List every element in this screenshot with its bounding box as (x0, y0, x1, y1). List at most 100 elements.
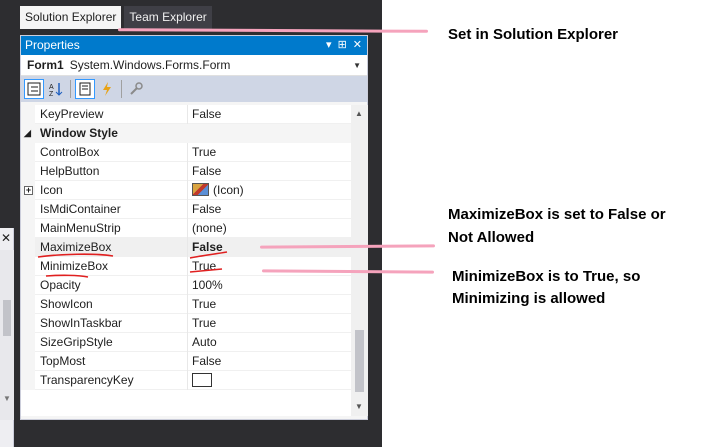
scroll-down-icon[interactable]: ▼ (3, 394, 11, 403)
property-row-helpbutton[interactable]: HelpButton False (21, 162, 351, 181)
column-divider (187, 276, 188, 295)
column-divider (187, 314, 188, 333)
row-gutter (21, 257, 35, 276)
column-divider (187, 333, 188, 352)
collapse-icon[interactable]: ◢ (24, 124, 31, 143)
scrollbar-thumb[interactable] (355, 330, 364, 392)
title-buttons: ▾ ⊞ ✕ (326, 36, 362, 55)
row-gutter (21, 371, 35, 390)
svg-text:A: A (49, 84, 54, 91)
property-row-sizegripstyle[interactable]: SizeGripStyle Auto (21, 333, 351, 352)
auto-hide-pin-icon[interactable]: ⊞ (338, 36, 347, 55)
events-icon[interactable] (97, 79, 117, 99)
color-swatch (192, 373, 212, 387)
property-row-ismdicontainer[interactable]: IsMdiContainer False (21, 200, 351, 219)
category-label: Window Style (40, 126, 118, 140)
tool-tabs: Solution Explorer Team Explorer (20, 6, 212, 29)
column-divider (187, 238, 188, 257)
chevron-down-icon[interactable]: ▼ (353, 55, 361, 76)
property-name: TransparencyKey (40, 373, 134, 387)
property-grid-scrollbar[interactable]: ▲ ▼ (351, 105, 368, 416)
note-minimize-line1: MinimizeBox is to True, so (452, 268, 641, 285)
column-divider (187, 352, 188, 371)
expand-icon[interactable]: + (24, 186, 33, 195)
property-value[interactable]: False (192, 238, 223, 257)
screenshot-stage: ✕ ▼ Solution Explorer Team Explorer Prop… (0, 0, 703, 447)
tab-solution-explorer[interactable]: Solution Explorer (20, 6, 122, 29)
column-divider (187, 162, 188, 181)
row-gutter (21, 238, 35, 257)
property-row-keypreview[interactable]: KeyPreview False (21, 105, 351, 124)
property-row-minimizebox[interactable]: MinimizeBox True (21, 257, 351, 276)
column-divider (187, 143, 188, 162)
property-row-topmost[interactable]: TopMost False (21, 352, 351, 371)
property-value[interactable]: 100% (192, 276, 223, 295)
property-row-transparencykey[interactable]: TransparencyKey (21, 371, 351, 390)
row-gutter (21, 295, 35, 314)
properties-window: Properties ▾ ⊞ ✕ Form1 System.Windows.For… (20, 35, 368, 420)
row-gutter (21, 200, 35, 219)
form-icon-thumbnail (192, 183, 209, 196)
category-row[interactable]: ◢ Window Style (21, 124, 351, 143)
property-row-mainmenustrip[interactable]: MainMenuStrip (none) (21, 219, 351, 238)
close-icon[interactable]: ✕ (1, 231, 11, 245)
property-name: IsMdiContainer (40, 202, 121, 216)
categorized-icon[interactable] (24, 79, 44, 99)
property-value[interactable]: True (192, 143, 216, 162)
property-name: TopMost (40, 354, 86, 368)
column-divider (187, 181, 188, 200)
window-position-icon[interactable]: ▾ (326, 36, 332, 55)
column-divider (187, 200, 188, 219)
property-row-icon[interactable]: + Icon (Icon) (21, 181, 351, 200)
row-gutter (21, 162, 35, 181)
note-maximize-line1: MaximizeBox is set to False or (448, 206, 666, 223)
property-row-showicon[interactable]: ShowIcon True (21, 295, 351, 314)
note-solution-explorer: Set in Solution Explorer (448, 26, 619, 43)
property-grid: KeyPreview False ◢ Window Style ControlBox Tr… (21, 105, 351, 416)
property-value[interactable]: False (192, 105, 221, 124)
property-value[interactable]: False (192, 352, 221, 371)
property-name: SizeGripStyle (40, 335, 113, 349)
property-value[interactable]: True (192, 295, 216, 314)
left-scrollbar[interactable]: ▼ (0, 250, 14, 420)
property-pages-icon[interactable] (126, 79, 146, 99)
row-gutter (21, 143, 35, 162)
property-value-text: (Icon) (213, 183, 244, 197)
property-value[interactable]: False (192, 200, 221, 219)
property-name: KeyPreview (40, 107, 104, 121)
left-tool-panel: ✕ ▼ (0, 228, 14, 447)
column-divider (187, 219, 188, 238)
note-minimize-line2: Minimizing is allowed (452, 290, 606, 307)
scroll-up-icon[interactable]: ▲ (355, 109, 363, 118)
svg-text:Z: Z (49, 91, 54, 96)
column-divider (187, 295, 188, 314)
toolbar-separator (121, 80, 122, 98)
scrollbar-thumb[interactable] (3, 300, 11, 336)
property-name: Icon (40, 183, 63, 197)
property-value[interactable]: (Icon) (192, 181, 244, 200)
property-value[interactable]: True (192, 257, 216, 276)
property-name: ShowInTaskbar (40, 316, 123, 330)
properties-icon[interactable] (75, 79, 95, 99)
alphabetical-icon[interactable]: AZ (46, 79, 66, 99)
scroll-down-icon[interactable]: ▼ (355, 402, 363, 411)
toolbar-separator (70, 80, 71, 98)
property-name: MaximizeBox (40, 240, 112, 254)
property-value[interactable]: (none) (192, 219, 227, 238)
property-value[interactable] (192, 371, 212, 390)
property-row-controlbox[interactable]: ControlBox True (21, 143, 351, 162)
property-value[interactable]: Auto (192, 333, 217, 352)
close-icon[interactable]: ✕ (353, 36, 362, 55)
object-type: System.Windows.Forms.Form (69, 58, 231, 72)
property-name: ShowIcon (40, 297, 93, 311)
property-name: HelpButton (40, 164, 100, 178)
property-row-showintaskbar[interactable]: ShowInTaskbar True (21, 314, 351, 333)
tab-team-explorer[interactable]: Team Explorer (124, 6, 212, 29)
property-name: MinimizeBox (40, 259, 109, 273)
property-name: ControlBox (40, 145, 100, 159)
property-value[interactable]: False (192, 162, 221, 181)
property-row-opacity[interactable]: Opacity 100% (21, 276, 351, 295)
property-value[interactable]: True (192, 314, 216, 333)
object-selector[interactable]: Form1 System.Windows.Forms.Form ▼ (21, 55, 367, 76)
row-gutter (21, 352, 35, 371)
